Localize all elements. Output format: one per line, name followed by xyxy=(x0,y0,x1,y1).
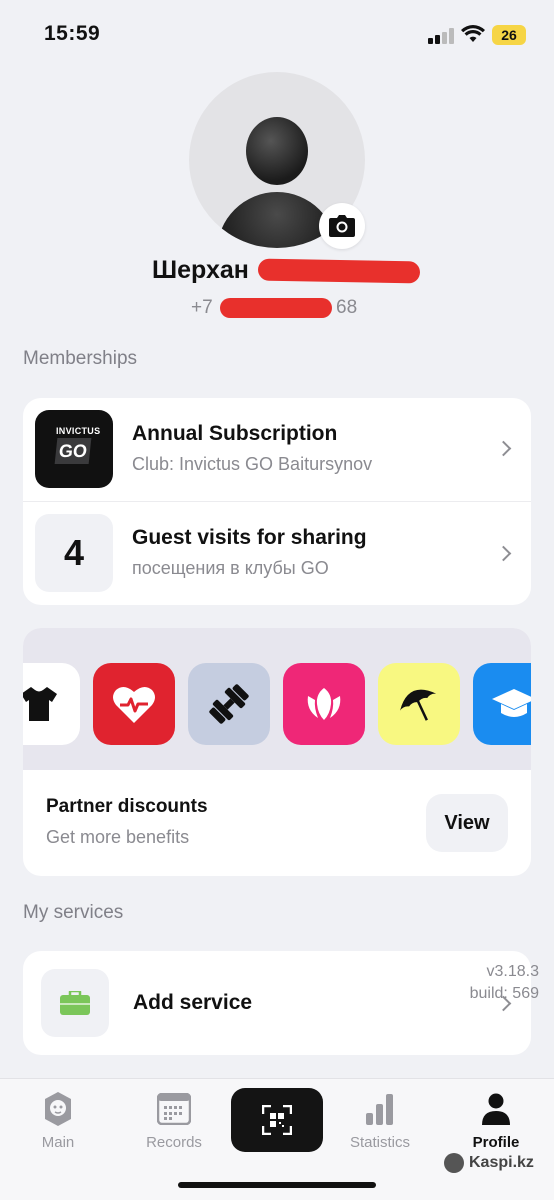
logo-go: GO xyxy=(54,438,92,464)
tab-label: Main xyxy=(41,1134,75,1151)
version-label: v3.18.3 xyxy=(486,963,539,980)
briefcase-icon xyxy=(41,969,109,1037)
memberships-card: INVICTUS GO Annual Subscription Club: In… xyxy=(23,398,531,605)
partner-discounts-card: Partner discounts Get more benefits View xyxy=(23,628,531,876)
redaction-mark xyxy=(257,258,421,284)
redaction-mark xyxy=(220,298,332,318)
membership-row-guest[interactable]: 4 Guest visits for sharing посещения в к… xyxy=(23,501,531,603)
version-info: v3.18.3 build: 569 xyxy=(438,961,539,1005)
tab-statistics[interactable]: Statistics xyxy=(325,1091,435,1151)
tab-main[interactable]: Main xyxy=(3,1091,113,1151)
tab-label: Statistics xyxy=(349,1134,410,1151)
membership-title: Guest visits for sharing xyxy=(132,526,367,549)
profile-name: Шерхан xyxy=(152,256,249,284)
change-photo-button[interactable] xyxy=(319,203,365,249)
watermark-text: Kaspi.kz xyxy=(469,1154,534,1171)
tab-records[interactable]: Records xyxy=(119,1091,229,1151)
partner-discounts-subtitle: Get more benefits xyxy=(46,827,190,847)
flower-icon[interactable] xyxy=(283,663,365,745)
scan-qr-button[interactable] xyxy=(231,1088,323,1152)
membership-title: Annual Subscription xyxy=(132,422,338,445)
membership-row-annual[interactable]: INVICTUS GO Annual Subscription Club: In… xyxy=(23,398,531,500)
view-partners-button[interactable]: View xyxy=(426,794,508,852)
invictus-logo: INVICTUS GO xyxy=(35,410,113,488)
bar-chart-icon xyxy=(366,1094,393,1125)
status-time: 15:59 xyxy=(44,22,101,45)
kaspi-logo-icon xyxy=(444,1153,464,1173)
services-title: My services xyxy=(23,902,124,923)
graduation-cap-icon[interactable] xyxy=(473,663,531,745)
calendar-icon xyxy=(157,1093,191,1125)
person-icon xyxy=(482,1093,510,1125)
memberships-title: Memberships xyxy=(23,348,138,369)
umbrella-icon[interactable] xyxy=(378,663,460,745)
guest-visits-count: 4 xyxy=(35,514,113,592)
phone-suffix: 68 xyxy=(336,297,358,318)
wifi-icon xyxy=(461,25,485,42)
heart-pulse-icon[interactable] xyxy=(93,663,175,745)
watermark: Kaspi.kz xyxy=(444,1153,534,1173)
partner-discounts-title: Partner discounts xyxy=(46,796,208,817)
tab-label: Profile xyxy=(472,1134,520,1151)
signal-icon xyxy=(428,28,454,44)
add-service-label: Add service xyxy=(133,991,253,1014)
tshirt-icon[interactable] xyxy=(23,663,80,745)
status-bar: 15:59 26 xyxy=(0,0,554,70)
qr-scan-icon xyxy=(262,1105,292,1135)
membership-subtitle: Club: Invictus GO Baitursynov xyxy=(132,454,373,474)
home-indicator xyxy=(178,1182,376,1188)
logo-text: INVICTUS xyxy=(56,426,101,436)
dumbbell-icon[interactable] xyxy=(188,663,270,745)
battery-indicator: 26 xyxy=(492,25,526,45)
build-label: build: 569 xyxy=(469,985,539,1002)
avatar-head xyxy=(246,117,308,185)
tab-label: Records xyxy=(146,1134,202,1151)
phone-prefix: +7 xyxy=(191,297,213,318)
tab-profile[interactable]: Profile xyxy=(441,1091,551,1151)
chevron-right-icon xyxy=(495,545,512,562)
camera-icon xyxy=(329,215,355,237)
chevron-right-icon xyxy=(495,440,512,457)
partner-icons-strip[interactable] xyxy=(23,628,531,770)
membership-subtitle: посещения в клубы GO xyxy=(132,558,329,578)
lion-logo-icon xyxy=(45,1092,71,1126)
